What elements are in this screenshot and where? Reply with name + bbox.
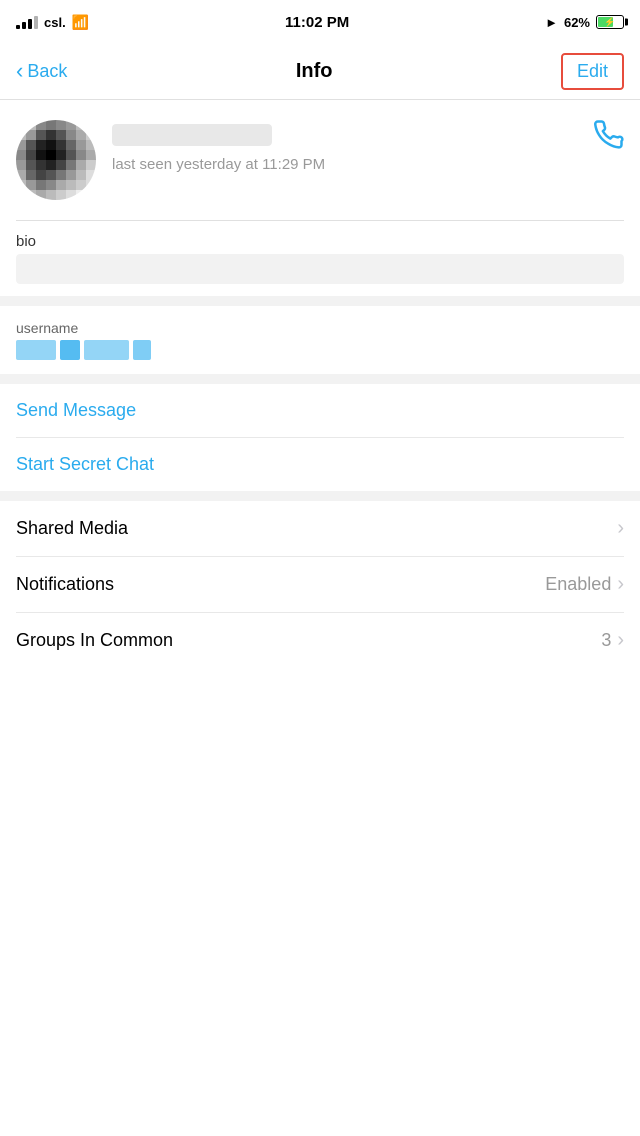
section-divider-3 [0, 491, 640, 501]
status-right: ► 62% ⚡ [545, 15, 624, 30]
status-time: 11:02 PM [285, 14, 349, 31]
back-button[interactable]: ‹ Back [16, 61, 67, 82]
edit-button[interactable]: Edit [561, 53, 624, 90]
notifications-value: Enabled [545, 574, 611, 595]
location-icon: ► [545, 15, 558, 30]
nav-bar: ‹ Back Info Edit [0, 44, 640, 100]
battery-percentage: 62% [564, 15, 590, 30]
shared-media-row[interactable]: Shared Media › [16, 501, 624, 557]
groups-in-common-value: 3 [601, 630, 611, 651]
start-secret-chat-label: Start Secret Chat [16, 454, 624, 475]
page-title: Info [296, 60, 333, 83]
chevron-right-icon-3: › [617, 629, 624, 652]
carrier-label: csl. [44, 15, 66, 30]
status-left: csl. 📶 [16, 14, 89, 31]
bio-section: bio [16, 220, 624, 296]
chevron-left-icon: ‹ [16, 60, 23, 82]
actions-section: Send Message Start Secret Chat [0, 384, 640, 491]
settings-section: Shared Media › Notifications Enabled › G… [0, 501, 640, 668]
section-divider-1 [0, 296, 640, 306]
username-row: username [16, 306, 624, 374]
username-pixel-3 [84, 340, 129, 360]
chevron-right-icon-2: › [617, 573, 624, 596]
profile-section: last seen yesterday at 11:29 PM bio [0, 100, 640, 296]
send-message-row[interactable]: Send Message [16, 384, 624, 438]
username-pixel-1 [16, 340, 56, 360]
send-message-label: Send Message [16, 400, 624, 421]
call-button[interactable] [594, 120, 624, 157]
chevron-right-icon: › [617, 517, 624, 540]
username-label: username [16, 320, 624, 336]
battery-icon: ⚡ [596, 15, 624, 29]
username-section: username [0, 306, 640, 374]
username-value [16, 340, 624, 360]
shared-media-right: › [617, 517, 624, 540]
signal-icon [16, 15, 38, 29]
groups-in-common-label: Groups In Common [16, 630, 173, 651]
groups-in-common-row[interactable]: Groups In Common 3 › [16, 613, 624, 668]
avatar [16, 120, 96, 200]
wifi-icon: 📶 [72, 14, 89, 31]
groups-in-common-right: 3 › [601, 629, 624, 652]
status-bar: csl. 📶 11:02 PM ► 62% ⚡ [0, 0, 640, 44]
back-label: Back [27, 61, 67, 82]
profile-last-seen: last seen yesterday at 11:29 PM [112, 154, 578, 175]
profile-name [112, 124, 272, 146]
bio-content [16, 254, 624, 284]
start-secret-chat-row[interactable]: Start Secret Chat [16, 438, 624, 491]
notifications-right: Enabled › [545, 573, 624, 596]
notifications-row[interactable]: Notifications Enabled › [16, 557, 624, 613]
username-pixel-4 [133, 340, 151, 360]
shared-media-label: Shared Media [16, 518, 128, 539]
notifications-label: Notifications [16, 574, 114, 595]
section-divider-2 [0, 374, 640, 384]
username-pixel-2 [60, 340, 80, 360]
profile-header: last seen yesterday at 11:29 PM [16, 120, 624, 220]
profile-info: last seen yesterday at 11:29 PM [112, 120, 578, 175]
bio-label: bio [16, 233, 624, 250]
